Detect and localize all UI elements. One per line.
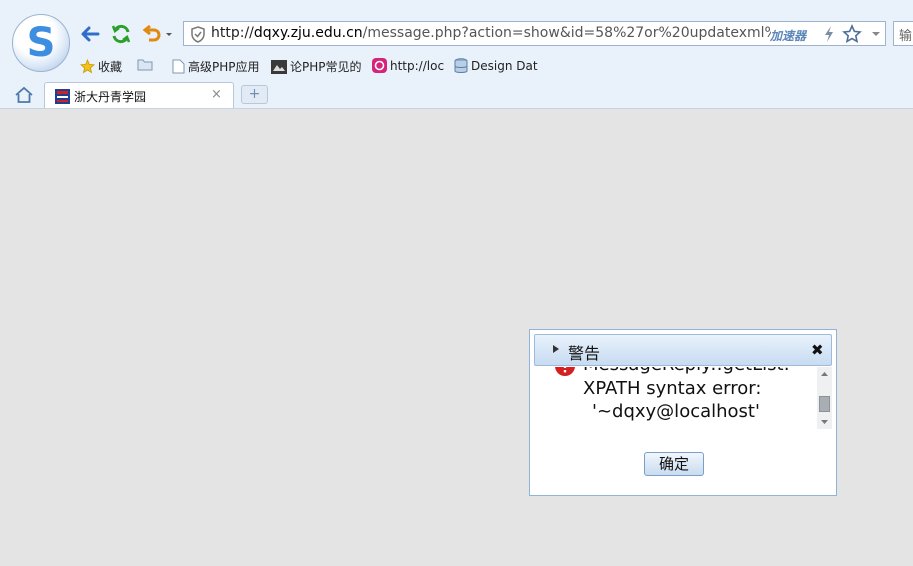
browser-logo[interactable]: S (12, 14, 70, 72)
tab-active[interactable]: 浙大丹青学园 × (44, 82, 234, 108)
refresh-icon (111, 24, 131, 44)
page-icon (172, 59, 185, 74)
ok-button[interactable]: 确定 (644, 452, 704, 476)
url-path: /message.php?action=show&id=58%27or%20up… (362, 25, 771, 41)
star-icon (80, 59, 95, 74)
scroll-down-icon[interactable] (820, 419, 829, 425)
dialog-message-area: MessageReply::getList: XPATH syntax erro… (534, 367, 818, 429)
bookmark-label: 高级PHP应用 (188, 60, 260, 74)
tab-close-icon[interactable]: × (211, 87, 222, 102)
tab-bar: 浙大丹青学园 × + (0, 82, 913, 108)
shield-icon (191, 26, 205, 43)
bookmark-php-advanced[interactable]: 高级PHP应用 (172, 58, 260, 75)
new-tab-button[interactable]: + (241, 85, 268, 104)
browser-chrome: S http://dqxy.zju.edu.cn/message.php?act… (0, 0, 913, 109)
error-icon (555, 367, 575, 376)
home-icon[interactable] (14, 86, 34, 104)
lightning-icon[interactable] (822, 25, 836, 43)
play-arrow-icon (553, 345, 559, 353)
message-line: XPATH syntax error: (583, 378, 762, 399)
url-text[interactable]: http://dqxy.zju.edu.cn/message.php?actio… (211, 25, 771, 41)
logo-letter: S (26, 20, 56, 66)
bookmark-label: 论PHP常见的 (290, 60, 362, 74)
site-favicon-icon (55, 89, 70, 104)
message-line: MessageReply::getList: (583, 367, 790, 375)
address-bar[interactable]: http://dqxy.zju.edu.cn/message.php?actio… (183, 21, 886, 46)
url-domain: dqxy.zju.edu.cn (253, 25, 363, 41)
bookmark-label: 收藏 (98, 60, 123, 74)
bookmark-label: Design Dat (471, 59, 538, 73)
dialog-close-icon[interactable]: ✖ (811, 341, 824, 359)
bookmark-folder[interactable] (137, 58, 153, 71)
dialog-title: 警告 (568, 344, 601, 363)
bookmark-design-data[interactable]: Design Dat (454, 58, 538, 74)
message-line: '~dqxy@localhost' (592, 401, 760, 422)
database-icon (454, 58, 468, 73)
alert-dialog: 警告 ✖ MessageReply::getList: XPATH syntax… (529, 329, 837, 496)
undo-close-button[interactable] (140, 22, 174, 46)
scroll-up-icon[interactable] (820, 371, 829, 377)
favorite-star-icon[interactable] (842, 24, 862, 44)
pink-site-icon (372, 58, 387, 73)
address-dropdown-icon[interactable] (871, 31, 881, 37)
dialog-header[interactable]: 警告 ✖ (534, 334, 832, 366)
bookmark-php-common[interactable]: 论PHP常见的 (271, 58, 362, 75)
tab-title: 浙大丹青学园 (74, 90, 147, 104)
bookmark-favorites[interactable]: 收藏 (80, 58, 122, 75)
back-arrow-icon (81, 26, 100, 42)
site-icon (271, 59, 287, 74)
url-scheme: http:// (211, 25, 254, 41)
bookmark-label: http://loc (390, 58, 445, 73)
accelerator-label[interactable]: 加速器 (770, 27, 806, 44)
refresh-button[interactable] (109, 22, 133, 46)
search-box[interactable]: 输 (893, 21, 913, 46)
undo-icon (142, 24, 172, 42)
message-scrollbar[interactable] (817, 367, 832, 429)
scroll-thumb[interactable] (819, 396, 830, 412)
folder-icon (137, 59, 153, 71)
back-button[interactable] (78, 22, 102, 46)
bookmark-localhost[interactable]: http://loc (372, 58, 444, 73)
